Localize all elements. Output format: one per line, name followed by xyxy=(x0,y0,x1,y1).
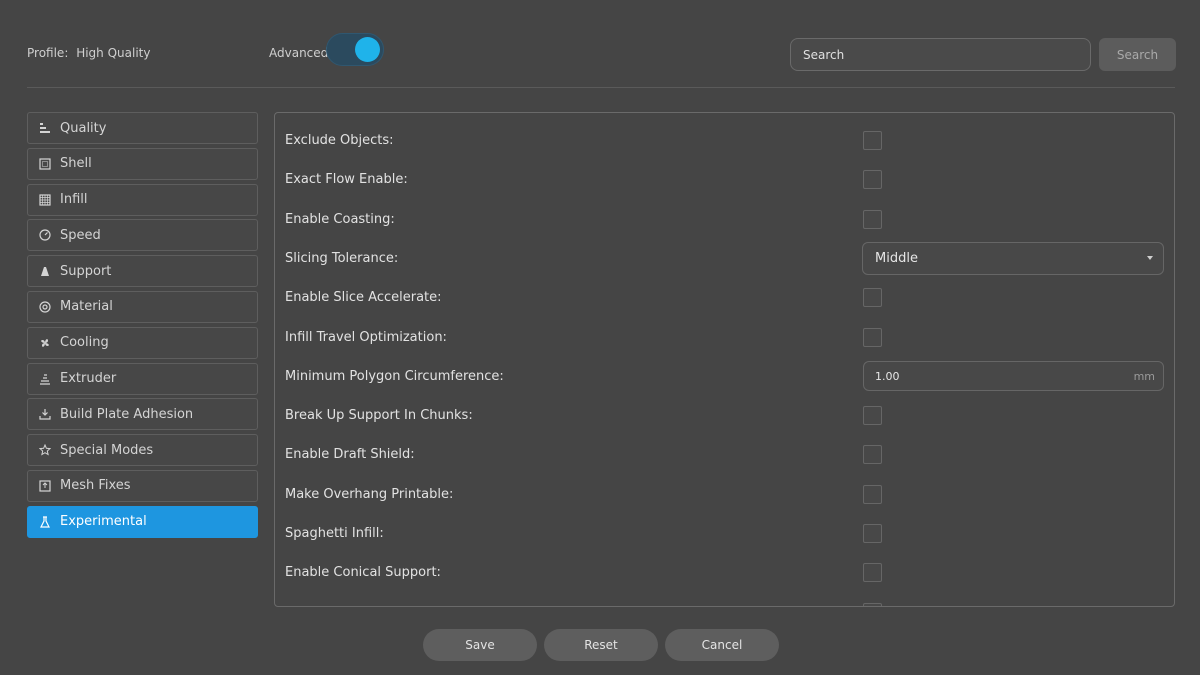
overhang-checkbox[interactable] xyxy=(863,484,882,504)
setting-row-infill-travel: Infill Travel Optimization: xyxy=(285,318,1165,357)
shell-icon xyxy=(39,158,51,170)
setting-label: Enable Slice Accelerate: xyxy=(285,290,442,306)
profile-value: High Quality xyxy=(76,46,151,60)
conical-support-checkbox[interactable] xyxy=(863,563,882,583)
sidebar-item-build-plate-adhesion[interactable]: Build Plate Adhesion xyxy=(27,398,258,431)
material-icon xyxy=(39,301,51,313)
fan-icon xyxy=(39,337,51,349)
sidebar-item-label: Extruder xyxy=(60,371,117,387)
sidebar-item-label: Speed xyxy=(60,227,101,243)
toggle-knob xyxy=(355,37,380,62)
support-chunks-checkbox[interactable] xyxy=(863,406,882,426)
setting-row-overhang: Make Overhang Printable: xyxy=(285,475,1165,514)
profile-indicator: Profile: High Quality xyxy=(27,46,150,60)
category-sidebar: Quality Shell Infill Speed Support Mater… xyxy=(27,112,258,542)
advanced-toggle[interactable] xyxy=(326,33,384,66)
sidebar-item-quality[interactable]: Quality xyxy=(27,112,258,144)
quality-icon xyxy=(39,122,51,134)
spaghetti-checkbox[interactable] xyxy=(863,524,882,543)
min-polygon-input[interactable]: 1.00 mm xyxy=(863,361,1164,392)
settings-panel[interactable]: Exclude Objects: Exact Flow Enable: Enab… xyxy=(274,112,1175,607)
cancel-button[interactable]: Cancel xyxy=(665,629,779,661)
exclude-objects-checkbox[interactable] xyxy=(863,131,882,150)
setting-row-draft-shield: Enable Draft Shield: xyxy=(285,435,1165,474)
header-divider xyxy=(27,87,1175,88)
setting-row-spaghetti: Spaghetti Infill: xyxy=(285,514,1165,553)
profile-label: Profile: xyxy=(27,46,69,60)
partial-row-checkbox[interactable] xyxy=(863,602,882,606)
extruder-icon xyxy=(39,373,51,385)
sidebar-item-label: Quality xyxy=(60,120,107,136)
sidebar-item-experimental[interactable]: Experimental xyxy=(27,505,258,538)
sidebar-item-extruder[interactable]: Extruder xyxy=(27,362,258,395)
sidebar-item-infill[interactable]: Infill xyxy=(27,183,258,216)
sidebar-item-label: Infill xyxy=(60,192,88,208)
flask-icon xyxy=(39,516,51,528)
unit-label: mm xyxy=(1133,369,1155,383)
speed-icon xyxy=(39,229,51,241)
setting-row-min-polygon: Minimum Polygon Circumference: 1.00 mm xyxy=(285,357,1165,396)
sidebar-item-special-modes[interactable]: Special Modes xyxy=(27,434,258,467)
setting-label: Enable Coasting: xyxy=(285,211,395,227)
save-button[interactable]: Save xyxy=(423,629,537,661)
search-button[interactable]: Search xyxy=(1099,38,1176,71)
reset-button[interactable]: Reset xyxy=(544,629,658,661)
slicing-tolerance-select[interactable]: Middle xyxy=(862,241,1164,275)
build-plate-icon xyxy=(39,408,51,420)
mesh-icon xyxy=(39,480,51,492)
select-value: Middle xyxy=(875,250,918,266)
sidebar-item-label: Mesh Fixes xyxy=(60,478,131,494)
setting-row-slice-accelerate: Enable Slice Accelerate: xyxy=(285,278,1165,317)
setting-label: Exact Flow Enable: xyxy=(285,172,408,188)
input-value: 1.00 xyxy=(875,369,900,383)
sidebar-item-label: Special Modes xyxy=(60,442,154,458)
search-input[interactable] xyxy=(790,38,1091,71)
sidebar-item-speed[interactable]: Speed xyxy=(27,219,258,252)
setting-row-exact-flow: Exact Flow Enable: xyxy=(285,160,1165,199)
sidebar-item-shell[interactable]: Shell xyxy=(27,147,258,180)
sidebar-item-support[interactable]: Support xyxy=(27,255,258,288)
sidebar-item-label: Material xyxy=(60,299,113,315)
infill-travel-checkbox[interactable] xyxy=(863,327,882,347)
infill-icon xyxy=(39,193,51,206)
setting-row-support-chunks: Break Up Support In Chunks: xyxy=(285,396,1165,435)
chevron-down-icon xyxy=(1147,255,1153,260)
coasting-checkbox[interactable] xyxy=(863,209,882,229)
sidebar-item-label: Cooling xyxy=(60,335,109,351)
setting-row-partial xyxy=(285,593,1165,606)
setting-row-coasting: Enable Coasting: xyxy=(285,200,1165,239)
sidebar-item-label: Build Plate Adhesion xyxy=(60,406,194,422)
setting-label: Minimum Polygon Circumference: xyxy=(285,368,504,384)
exact-flow-checkbox[interactable] xyxy=(863,170,882,190)
sidebar-item-cooling[interactable]: Cooling xyxy=(27,326,258,359)
sidebar-item-mesh-fixes[interactable]: Mesh Fixes xyxy=(27,469,258,502)
advanced-label: Advanced xyxy=(269,46,329,60)
setting-label: Make Overhang Printable: xyxy=(285,486,454,502)
setting-label: Slicing Tolerance: xyxy=(285,250,399,266)
slice-accelerate-checkbox[interactable] xyxy=(863,288,882,308)
setting-row-slicing-tolerance: Slicing Tolerance: Middle xyxy=(285,239,1165,278)
sidebar-item-material[interactable]: Material xyxy=(27,290,258,323)
star-icon xyxy=(39,444,51,456)
sidebar-item-label: Experimental xyxy=(60,514,147,530)
support-icon xyxy=(39,265,51,277)
sidebar-item-label: Shell xyxy=(60,156,92,172)
setting-row-conical-support: Enable Conical Support: xyxy=(285,553,1165,592)
setting-label: Enable Conical Support: xyxy=(285,565,441,581)
top-bar: Profile: High Quality Advanced Search xyxy=(0,0,1200,88)
setting-label: Infill Travel Optimization: xyxy=(285,329,447,345)
sidebar-item-label: Support xyxy=(60,263,112,279)
setting-row-exclude-objects: Exclude Objects: xyxy=(285,121,1165,160)
setting-label: Spaghetti Infill: xyxy=(285,526,384,541)
draft-shield-checkbox[interactable] xyxy=(863,445,882,465)
setting-label: Exclude Objects: xyxy=(285,133,394,148)
setting-label: Break Up Support In Chunks: xyxy=(285,408,473,424)
setting-label: Enable Draft Shield: xyxy=(285,447,415,463)
